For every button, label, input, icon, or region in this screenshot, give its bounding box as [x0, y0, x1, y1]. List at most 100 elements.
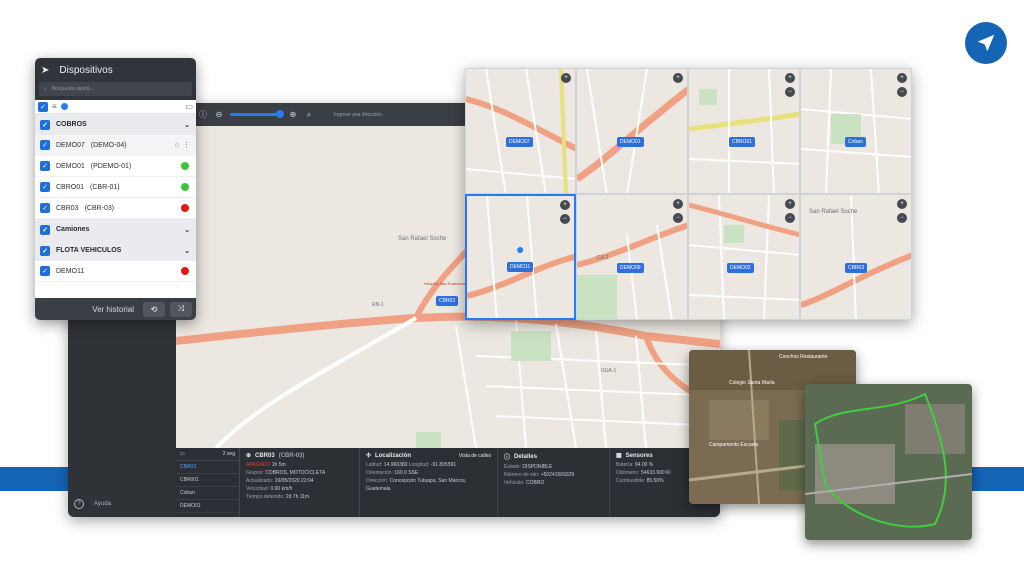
- zoom-in-icon[interactable]: +: [560, 200, 570, 210]
- odometer-value: 54633.900 Kl: [641, 470, 671, 476]
- quick-search: ⌕ Búsqueda rápida...: [35, 82, 196, 100]
- map-cell[interactable]: + − DEMO02: [688, 194, 800, 320]
- zoom-out-icon[interactable]: ⊖: [214, 110, 224, 120]
- star-icon[interactable]: ☆: [174, 141, 180, 149]
- chevron-down-icon[interactable]: ⌄: [184, 247, 190, 255]
- updated-key: Actualizado:: [246, 478, 274, 484]
- group-checkbox[interactable]: ✓: [40, 119, 50, 130]
- vehicle-tag[interactable]: Coban: [845, 137, 866, 147]
- group-checkbox[interactable]: ✓: [40, 224, 50, 235]
- status-value: 1h 5m: [271, 462, 286, 468]
- zoom-in-icon[interactable]: +: [785, 199, 795, 209]
- battery-key: Batería:: [616, 462, 634, 468]
- zoom-in-icon[interactable]: +: [897, 73, 907, 83]
- map-cell[interactable]: + − Coban: [800, 68, 912, 194]
- cell-roads: [689, 69, 799, 193]
- device-item[interactable]: ✓ DEMO01 (PDEMO-01): [35, 156, 196, 177]
- device-checkbox[interactable]: ✓: [40, 266, 50, 276]
- device-checkbox[interactable]: ✓: [40, 182, 50, 192]
- zoom-out-icon[interactable]: −: [785, 87, 795, 97]
- satellite-map-2[interactable]: [805, 384, 972, 540]
- zoom-out-icon[interactable]: −: [560, 214, 570, 224]
- vehicle-tag[interactable]: DEMO02: [727, 263, 754, 273]
- orientation-value: 160.0 SSE: [394, 470, 419, 476]
- mini-list-item[interactable]: CBR03: [176, 461, 239, 474]
- group-flota[interactable]: ✓ FLOTA VEHICULOS ⌄: [35, 240, 196, 261]
- device-item[interactable]: ✓ DEMO11: [35, 261, 196, 282]
- group-cobros[interactable]: ✓ COBROS ⌄: [35, 114, 196, 135]
- list-view-icon[interactable]: ≡: [52, 102, 57, 111]
- zoom-out-icon[interactable]: −: [897, 213, 907, 223]
- map-cell[interactable]: + − San Rafael Soche CBR03: [800, 194, 912, 320]
- zoom-in-icon[interactable]: ⊕: [288, 110, 298, 120]
- sensors-title: Sensores: [625, 452, 653, 459]
- zoom-in-icon[interactable]: +: [673, 199, 683, 209]
- vehicle-info-bar: ▭ 2 seg CBR03 CBR001 Coban DEMO01 ⊕ CBR03(…: [176, 448, 720, 517]
- mini-list-item[interactable]: CBR001: [176, 474, 239, 487]
- sim-value: +50241569329: [540, 472, 575, 478]
- group-camiones[interactable]: ✓ Camiones ⌄: [35, 219, 196, 240]
- state-value: DISPONIBLE: [522, 464, 553, 470]
- mini-list-item[interactable]: DEMO01: [176, 500, 239, 513]
- more-icon[interactable]: ⋮: [183, 141, 190, 149]
- select-all-checkbox[interactable]: ✓: [38, 101, 48, 112]
- device-checkbox[interactable]: ✓: [40, 161, 50, 171]
- address-search-input[interactable]: Ingrese una dirección...: [334, 112, 386, 118]
- device-checkbox[interactable]: ✓: [40, 203, 50, 213]
- zoom-in-icon[interactable]: +: [673, 73, 683, 83]
- sim-key: Número de sim:: [504, 472, 540, 478]
- map-cell[interactable]: + DEMO01: [576, 68, 688, 194]
- satellite-label: Campamento Escuela: [709, 442, 759, 448]
- device-item[interactable]: ✓ CBR03 (CBR-03): [35, 198, 196, 219]
- address-value-2: Guatemala: [366, 486, 391, 492]
- zoom-out-icon[interactable]: −: [673, 213, 683, 223]
- device-code: (CBR-01): [90, 183, 120, 191]
- vehicle-tag[interactable]: DEMO11: [507, 262, 534, 272]
- details-title: Detalles: [514, 453, 538, 460]
- chat-icon[interactable]: ▭: [185, 102, 193, 111]
- zoom-out-icon[interactable]: −: [785, 213, 795, 223]
- chevron-down-icon[interactable]: ⌄: [184, 121, 190, 129]
- mini-list-item[interactable]: Coban: [176, 487, 239, 500]
- map-cell[interactable]: + − CBRO01: [688, 68, 800, 194]
- vehicle-tag[interactable]: CBR03: [845, 263, 868, 273]
- multi-map-grid: + DEMO07 + DEMO01 + − CBRO01 + − Coban +…: [465, 68, 912, 320]
- device-item[interactable]: ✓ DEMO07 (DEMO-04) ☆ ⋮: [35, 135, 196, 156]
- route-button[interactable]: ⤨: [170, 301, 192, 317]
- history-button[interactable]: ⟲: [143, 301, 165, 317]
- device-checkbox[interactable]: ✓: [40, 140, 50, 150]
- zoom-in-icon[interactable]: +: [785, 73, 795, 83]
- help-link[interactable]: ? Ayuda: [74, 499, 111, 509]
- refresh-interval[interactable]: 2 seg: [223, 451, 235, 457]
- map-cell[interactable]: + DEMO07: [465, 68, 576, 194]
- status-filter-icon[interactable]: [60, 103, 68, 110]
- vehicle-marker-cbr03[interactable]: CBR03: [436, 296, 459, 306]
- info-icon: ⓘ: [504, 455, 511, 461]
- vehicle-tag[interactable]: CBRO01: [729, 137, 756, 147]
- vehicle-tag[interactable]: DEMO09: [617, 263, 644, 273]
- map-cell-active[interactable]: + − ● DEMO11: [465, 194, 576, 320]
- device-name: CBR03: [56, 204, 79, 212]
- chevron-down-icon[interactable]: ⌄: [184, 226, 190, 234]
- quick-search-input[interactable]: ⌕ Búsqueda rápida...: [39, 82, 192, 96]
- status-dot: [181, 162, 189, 170]
- zoom-slider[interactable]: [230, 110, 284, 118]
- street-view-link[interactable]: Vista de calles: [459, 453, 491, 459]
- vehicle-tag[interactable]: DEMO07: [506, 137, 533, 147]
- zoom-out-icon[interactable]: −: [897, 87, 907, 97]
- map-cell[interactable]: + − CA-2 DEMO09: [576, 194, 688, 320]
- zoom-in-icon[interactable]: +: [561, 73, 571, 83]
- navigation-arrow-icon: [977, 34, 995, 52]
- device-item[interactable]: ✓ CBRO01 (CBR-01): [35, 177, 196, 198]
- group-value: COBROS, MOTOCICLETA: [265, 470, 326, 476]
- panel-tools: ✓ ≡ ▭: [35, 100, 196, 114]
- search-icon: ⌕: [44, 86, 47, 92]
- updated-value: 19/05/2020 22:04: [274, 478, 314, 484]
- info-icon[interactable]: ⓘ: [198, 110, 208, 120]
- group-checkbox[interactable]: ✓: [40, 245, 50, 256]
- odometer-key: Odómetro:: [616, 470, 640, 476]
- zoom-in-icon[interactable]: +: [897, 199, 907, 209]
- device-code: (DEMO-04): [90, 141, 127, 149]
- device-summary: ⊕ CBR03 (CBR-03) APAGADO 1h 5m Grupos: COB…: [240, 448, 360, 517]
- vehicle-tag[interactable]: DEMO01: [617, 137, 644, 147]
